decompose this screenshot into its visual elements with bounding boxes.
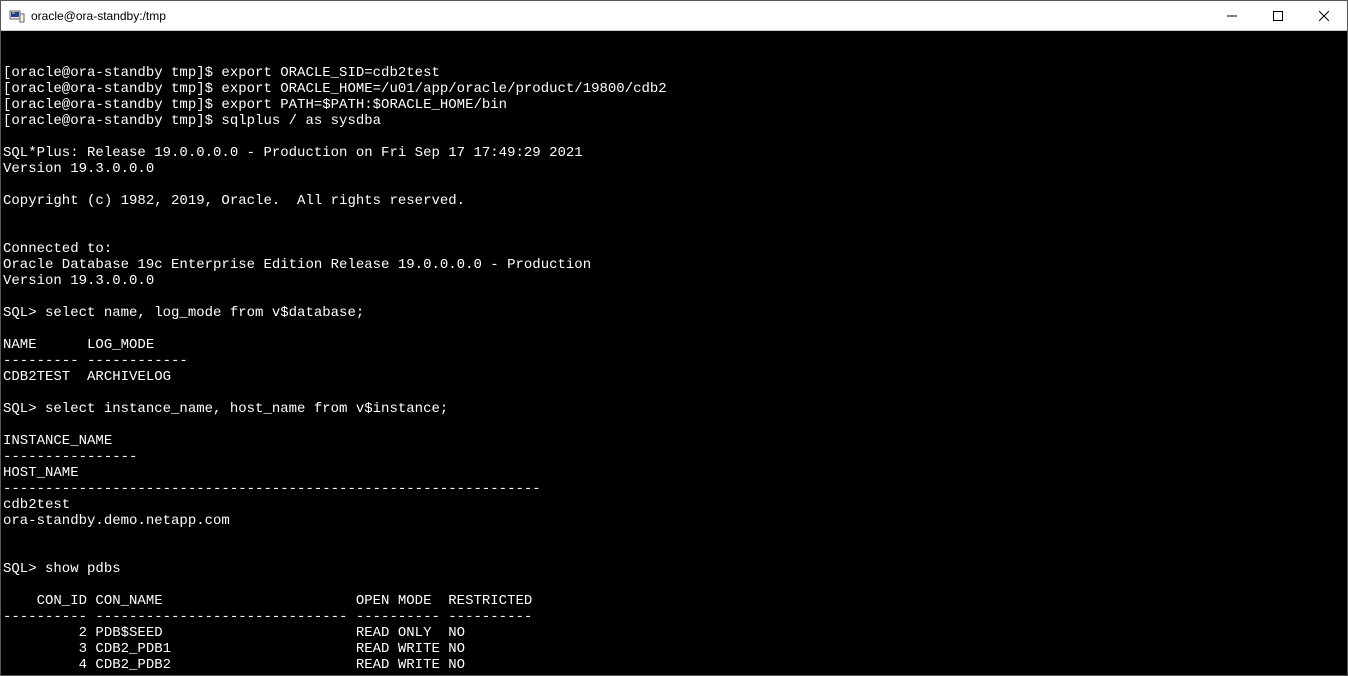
- terminal-output: [oracle@ora-standby tmp]$ export ORACLE_…: [3, 65, 1345, 675]
- terminal-line: --------- ------------: [3, 353, 1345, 369]
- terminal-line: SQL> select instance_name, host_name fro…: [3, 401, 1345, 417]
- titlebar[interactable]: oracle@ora-standby:/tmp: [1, 1, 1347, 31]
- terminal-line: ---------- -----------------------------…: [3, 609, 1345, 625]
- terminal-line: Oracle Database 19c Enterprise Edition R…: [3, 257, 1345, 273]
- putty-icon: [9, 8, 25, 24]
- terminal-line: 4 CDB2_PDB2 READ WRITE NO: [3, 657, 1345, 673]
- terminal-line: Connected to:: [3, 241, 1345, 257]
- maximize-button[interactable]: [1255, 1, 1301, 31]
- terminal-line: ----------------------------------------…: [3, 481, 1345, 497]
- terminal-line: [3, 529, 1345, 545]
- minimize-button[interactable]: [1209, 1, 1255, 31]
- terminal-line: SQL> show pdbs: [3, 561, 1345, 577]
- terminal-line: [oracle@ora-standby tmp]$ export PATH=$P…: [3, 97, 1345, 113]
- terminal-line: [oracle@ora-standby tmp]$ export ORACLE_…: [3, 65, 1345, 81]
- terminal-line: [3, 577, 1345, 593]
- terminal-line: [oracle@ora-standby tmp]$ export ORACLE_…: [3, 81, 1345, 97]
- terminal-line: [3, 209, 1345, 225]
- terminal-line: Copyright (c) 1982, 2019, Oracle. All ri…: [3, 193, 1345, 209]
- terminal-line: cdb2test: [3, 497, 1345, 513]
- terminal-line: 5 CDB2_PDB3 READ WRITE NO: [3, 673, 1345, 675]
- terminal-line: [3, 177, 1345, 193]
- terminal-line: CDB2TEST ARCHIVELOG: [3, 369, 1345, 385]
- terminal-line: [3, 417, 1345, 433]
- terminal-line: NAME LOG_MODE: [3, 337, 1345, 353]
- terminal-line: [3, 385, 1345, 401]
- terminal-line: ----------------: [3, 449, 1345, 465]
- terminal-line: SQL*Plus: Release 19.0.0.0.0 - Productio…: [3, 145, 1345, 161]
- terminal-line: INSTANCE_NAME: [3, 433, 1345, 449]
- terminal-line: [oracle@ora-standby tmp]$ sqlplus / as s…: [3, 113, 1345, 129]
- terminal-line: Version 19.3.0.0.0: [3, 273, 1345, 289]
- terminal-line: [3, 321, 1345, 337]
- window-title: oracle@ora-standby:/tmp: [31, 9, 166, 23]
- terminal-line: 3 CDB2_PDB1 READ WRITE NO: [3, 641, 1345, 657]
- terminal[interactable]: [oracle@ora-standby tmp]$ export ORACLE_…: [1, 31, 1347, 675]
- terminal-line: [3, 129, 1345, 145]
- window: oracle@ora-standby:/tmp [oracle@ora-stan…: [0, 0, 1348, 676]
- terminal-line: [3, 545, 1345, 561]
- terminal-line: HOST_NAME: [3, 465, 1345, 481]
- terminal-line: SQL> select name, log_mode from v$databa…: [3, 305, 1345, 321]
- terminal-line: [3, 289, 1345, 305]
- terminal-line: ora-standby.demo.netapp.com: [3, 513, 1345, 529]
- terminal-line: [3, 225, 1345, 241]
- close-button[interactable]: [1301, 1, 1347, 31]
- terminal-line: Version 19.3.0.0.0: [3, 161, 1345, 177]
- terminal-line: 2 PDB$SEED READ ONLY NO: [3, 625, 1345, 641]
- terminal-line: CON_ID CON_NAME OPEN MODE RESTRICTED: [3, 593, 1345, 609]
